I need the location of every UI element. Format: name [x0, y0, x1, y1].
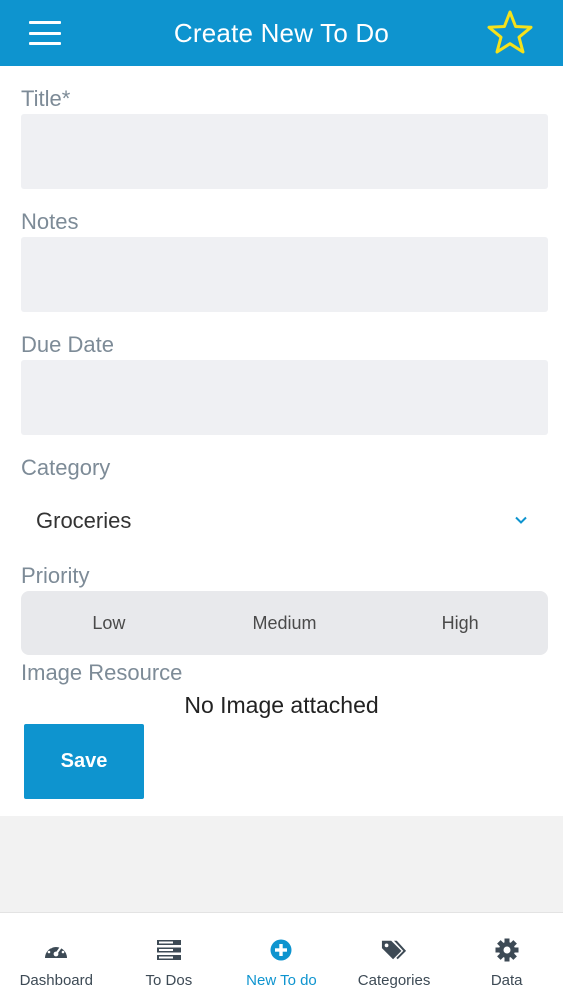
menu-line: [29, 31, 61, 35]
tab-label: New To do: [246, 972, 317, 989]
tab-label: Categories: [357, 972, 431, 989]
tab-dashboard[interactable]: Dashboard: [0, 913, 113, 1000]
chevron-down-icon: [514, 513, 528, 527]
new-todo-form: Title* Notes Due Date Category Groceries…: [0, 66, 563, 816]
tab-label: To Dos: [145, 972, 193, 989]
hamburger-menu-icon[interactable]: [29, 21, 61, 45]
tab-label: Data: [490, 972, 523, 989]
page-title: Create New To Do: [173, 17, 390, 48]
tab-todos[interactable]: To Dos: [113, 913, 226, 1000]
menu-line: [29, 42, 61, 45]
tab-new-todo[interactable]: New To do: [225, 913, 338, 1000]
image-status-text: No Image attached: [184, 692, 379, 718]
app-header: Create New To Do: [0, 0, 563, 66]
notes-input[interactable]: [21, 237, 548, 312]
category-label: Category: [21, 455, 111, 480]
priority-option-low[interactable]: Low: [21, 591, 197, 655]
tab-categories[interactable]: Categories: [338, 913, 451, 1000]
due-date-input[interactable]: [21, 360, 548, 435]
priority-segmented-control: Low Medium High: [21, 591, 548, 655]
list-icon: [156, 937, 182, 963]
tab-data[interactable]: Data: [450, 913, 563, 1000]
tags-icon: [381, 937, 407, 963]
notes-label: Notes: [21, 209, 79, 234]
title-input[interactable]: [21, 114, 548, 189]
bottom-tab-bar: Dashboard To Dos New To do Categories Da…: [0, 912, 563, 1000]
plus-circle-icon: [268, 937, 294, 963]
menu-line: [29, 21, 61, 24]
star-outline-icon[interactable]: [486, 9, 534, 55]
due-date-label: Due Date: [21, 332, 114, 357]
gear-icon: [494, 937, 520, 963]
tab-label: Dashboard: [19, 972, 93, 989]
image-resource-label: Image Resource: [21, 660, 183, 685]
dashboard-gauge-icon: [43, 937, 69, 963]
priority-label: Priority: [21, 563, 90, 588]
save-button[interactable]: Save: [24, 724, 144, 799]
priority-option-high[interactable]: High: [372, 591, 548, 655]
category-select[interactable]: Groceries: [21, 493, 548, 549]
priority-option-medium[interactable]: Medium: [197, 591, 373, 655]
category-value: Groceries: [36, 508, 132, 533]
title-label: Title*: [21, 86, 71, 111]
